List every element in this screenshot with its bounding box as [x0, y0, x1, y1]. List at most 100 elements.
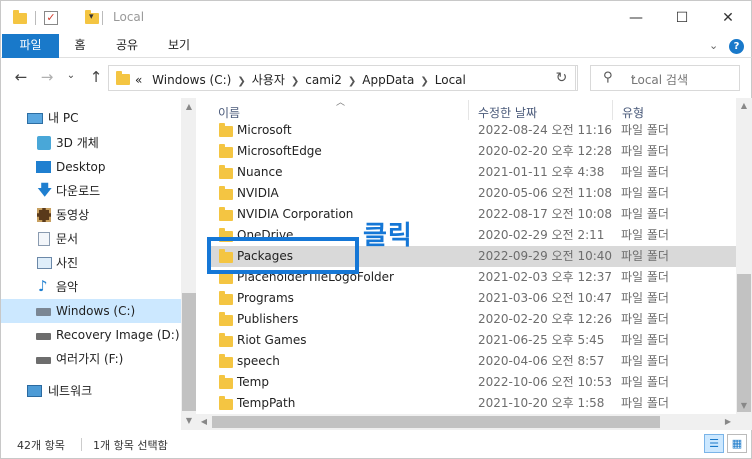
scroll-down-icon[interactable]: ▼: [181, 416, 197, 425]
tab-file[interactable]: 파일: [2, 34, 59, 58]
selection-count: 1개 항목 선택함: [93, 439, 168, 452]
breadcrumb-overflow[interactable]: «: [135, 73, 142, 87]
column-divider[interactable]: [468, 100, 469, 120]
scroll-left-icon[interactable]: ◀: [196, 414, 212, 430]
file-name: Riot Games: [237, 333, 307, 347]
breadcrumb-item[interactable]: 사용자: [252, 73, 285, 87]
file-row[interactable]: Nuance 2021-01-11 오후 4:38 파일 폴더: [208, 162, 736, 183]
file-name: Temp: [237, 375, 269, 389]
file-type: 파일 폴더: [621, 333, 669, 347]
chevron-right-icon[interactable]: ❯: [291, 76, 299, 87]
nav-item-recovery-d[interactable]: Recovery Image (D:): [1, 323, 181, 347]
tab-view[interactable]: 보기: [166, 34, 192, 58]
nav-item-pictures[interactable]: 사진: [1, 251, 181, 275]
refresh-button[interactable]: ↻: [548, 65, 576, 91]
customize-quick-access-icon[interactable]: ▾: [89, 12, 94, 22]
separator: [35, 11, 36, 25]
maximize-button[interactable]: ☐: [659, 1, 705, 35]
item-count: 42개 항목: [17, 439, 65, 452]
horizontal-scrollbar[interactable]: ◀ ▶: [196, 414, 736, 430]
close-button[interactable]: ✕: [705, 1, 751, 35]
nav-item-f-drive[interactable]: 여러가지 (F:): [1, 347, 181, 371]
scroll-up-icon[interactable]: ▲: [736, 98, 752, 114]
nav-item-network[interactable]: 네트워크: [1, 379, 181, 403]
nav-item-music[interactable]: ♪ 음악: [1, 275, 181, 299]
scrollbar-thumb[interactable]: [182, 293, 196, 411]
nav-item-3d-objects[interactable]: 3D 개체: [1, 131, 181, 155]
nav-item-desktop[interactable]: Desktop: [1, 155, 181, 179]
column-header: ︿ 이름 수정한 날짜 유형: [196, 98, 736, 120]
chevron-right-icon[interactable]: ❯: [348, 76, 356, 87]
nav-item-label: 동영상: [56, 208, 90, 222]
tab-home[interactable]: 홈: [73, 34, 87, 58]
nav-item-label: Desktop: [56, 160, 106, 174]
file-type: 파일 폴더: [621, 354, 669, 368]
properties-icon[interactable]: ✓: [44, 11, 58, 25]
scroll-down-icon[interactable]: ▼: [736, 398, 752, 414]
chevron-right-icon[interactable]: ❯: [237, 76, 245, 87]
search-input[interactable]: ⚲ Local 검색: [590, 65, 740, 91]
file-row[interactable]: Programs 2021-03-06 오전 10:47 파일 폴더: [208, 288, 736, 309]
folder-icon: [219, 291, 233, 305]
details-view-icon[interactable]: ☰: [704, 434, 724, 453]
scrollbar-thumb[interactable]: [737, 274, 751, 412]
nav-item-windows-c[interactable]: Windows (C:): [1, 299, 181, 323]
file-row[interactable]: speech 2020-04-06 오전 8:57 파일 폴더: [208, 351, 736, 372]
file-date: 2020-02-29 오전 2:11: [478, 228, 605, 242]
breadcrumb: « Windows (C:) ❯ 사용자 ❯ cami2 ❯ AppData ❯ Local: [135, 71, 466, 88]
folder-icon: [116, 71, 130, 85]
file-type: 파일 폴더: [621, 207, 669, 221]
download-icon: 🡇: [37, 181, 53, 199]
title-bar: ✓ ▾ Local — ☐ ✕: [0, 0, 752, 34]
file-date: 2021-01-11 오후 4:38: [478, 165, 605, 179]
nav-item-documents[interactable]: 문서: [1, 227, 181, 251]
file-date: 2022-08-17 오전 10:08: [478, 207, 613, 221]
file-row[interactable]: NVIDIA Corporation 2022-08-17 오전 10:08 파…: [208, 204, 736, 225]
tab-share[interactable]: 공유: [114, 34, 140, 58]
column-name[interactable]: 이름: [218, 104, 240, 121]
file-name: MicrosoftEdge: [237, 144, 322, 158]
navpane-scrollbar[interactable]: ▲ ▼: [181, 98, 197, 430]
network-icon: [27, 385, 42, 397]
column-type[interactable]: 유형: [622, 104, 644, 121]
file-row[interactable]: TempPath 2021-10-20 오후 1:58 파일 폴더: [208, 393, 736, 414]
file-name: NVIDIA Corporation: [237, 207, 354, 221]
search-icon: ⚲: [603, 70, 613, 85]
scroll-up-icon[interactable]: ▲: [181, 102, 197, 111]
breadcrumb-item[interactable]: Windows (C:): [152, 73, 231, 87]
scrollbar-thumb[interactable]: [212, 416, 660, 428]
file-row[interactable]: Publishers 2020-02-20 오후 12:26 파일 폴더: [208, 309, 736, 330]
minimize-button[interactable]: —: [613, 1, 659, 35]
nav-item-downloads[interactable]: 🡇 다운로드: [1, 179, 181, 203]
breadcrumb-item[interactable]: cami2: [305, 73, 342, 87]
nav-item-this-pc[interactable]: 내 PC: [1, 106, 181, 130]
back-button[interactable]: ←: [12, 68, 30, 86]
chevron-right-icon[interactable]: ❯: [420, 76, 428, 87]
recent-locations-button[interactable]: ⌄: [62, 70, 80, 81]
large-icons-view-icon[interactable]: ▦: [727, 434, 747, 453]
expand-ribbon-icon[interactable]: ⌄: [709, 39, 718, 52]
drive-icon: [36, 308, 51, 316]
address-bar[interactable]: « Windows (C:) ❯ 사용자 ❯ cami2 ❯ AppData ❯ Local ⌄: [108, 65, 637, 91]
nav-item-label: 사진: [56, 256, 79, 270]
3d-objects-icon: [37, 136, 51, 150]
vertical-scrollbar[interactable]: ▲ ▼: [736, 98, 752, 414]
up-button[interactable]: ↑: [87, 68, 105, 86]
file-date: 2022-10-06 오전 10:53: [478, 375, 613, 389]
video-icon: [37, 208, 51, 222]
file-row[interactable]: NVIDIA 2020-05-06 오전 11:08 파일 폴더: [208, 183, 736, 204]
folder-icon: [13, 10, 27, 24]
scroll-right-icon[interactable]: ▶: [720, 414, 736, 430]
file-row[interactable]: Riot Games 2021-06-25 오후 5:45 파일 폴더: [208, 330, 736, 351]
file-row[interactable]: MicrosoftEdge 2020-02-20 오후 12:28 파일 폴더: [208, 141, 736, 162]
file-row[interactable]: Microsoft 2022-08-24 오전 11:16 파일 폴더: [208, 120, 736, 141]
column-divider[interactable]: [612, 100, 613, 120]
folder-icon: [219, 354, 233, 368]
column-date[interactable]: 수정한 날짜: [478, 104, 537, 121]
breadcrumb-item[interactable]: AppData: [362, 73, 414, 87]
forward-button[interactable]: →: [38, 68, 56, 86]
file-row[interactable]: Temp 2022-10-06 오전 10:53 파일 폴더: [208, 372, 736, 393]
help-icon[interactable]: ?: [729, 39, 744, 54]
nav-item-videos[interactable]: 동영상: [1, 203, 181, 227]
breadcrumb-item[interactable]: Local: [435, 73, 466, 87]
